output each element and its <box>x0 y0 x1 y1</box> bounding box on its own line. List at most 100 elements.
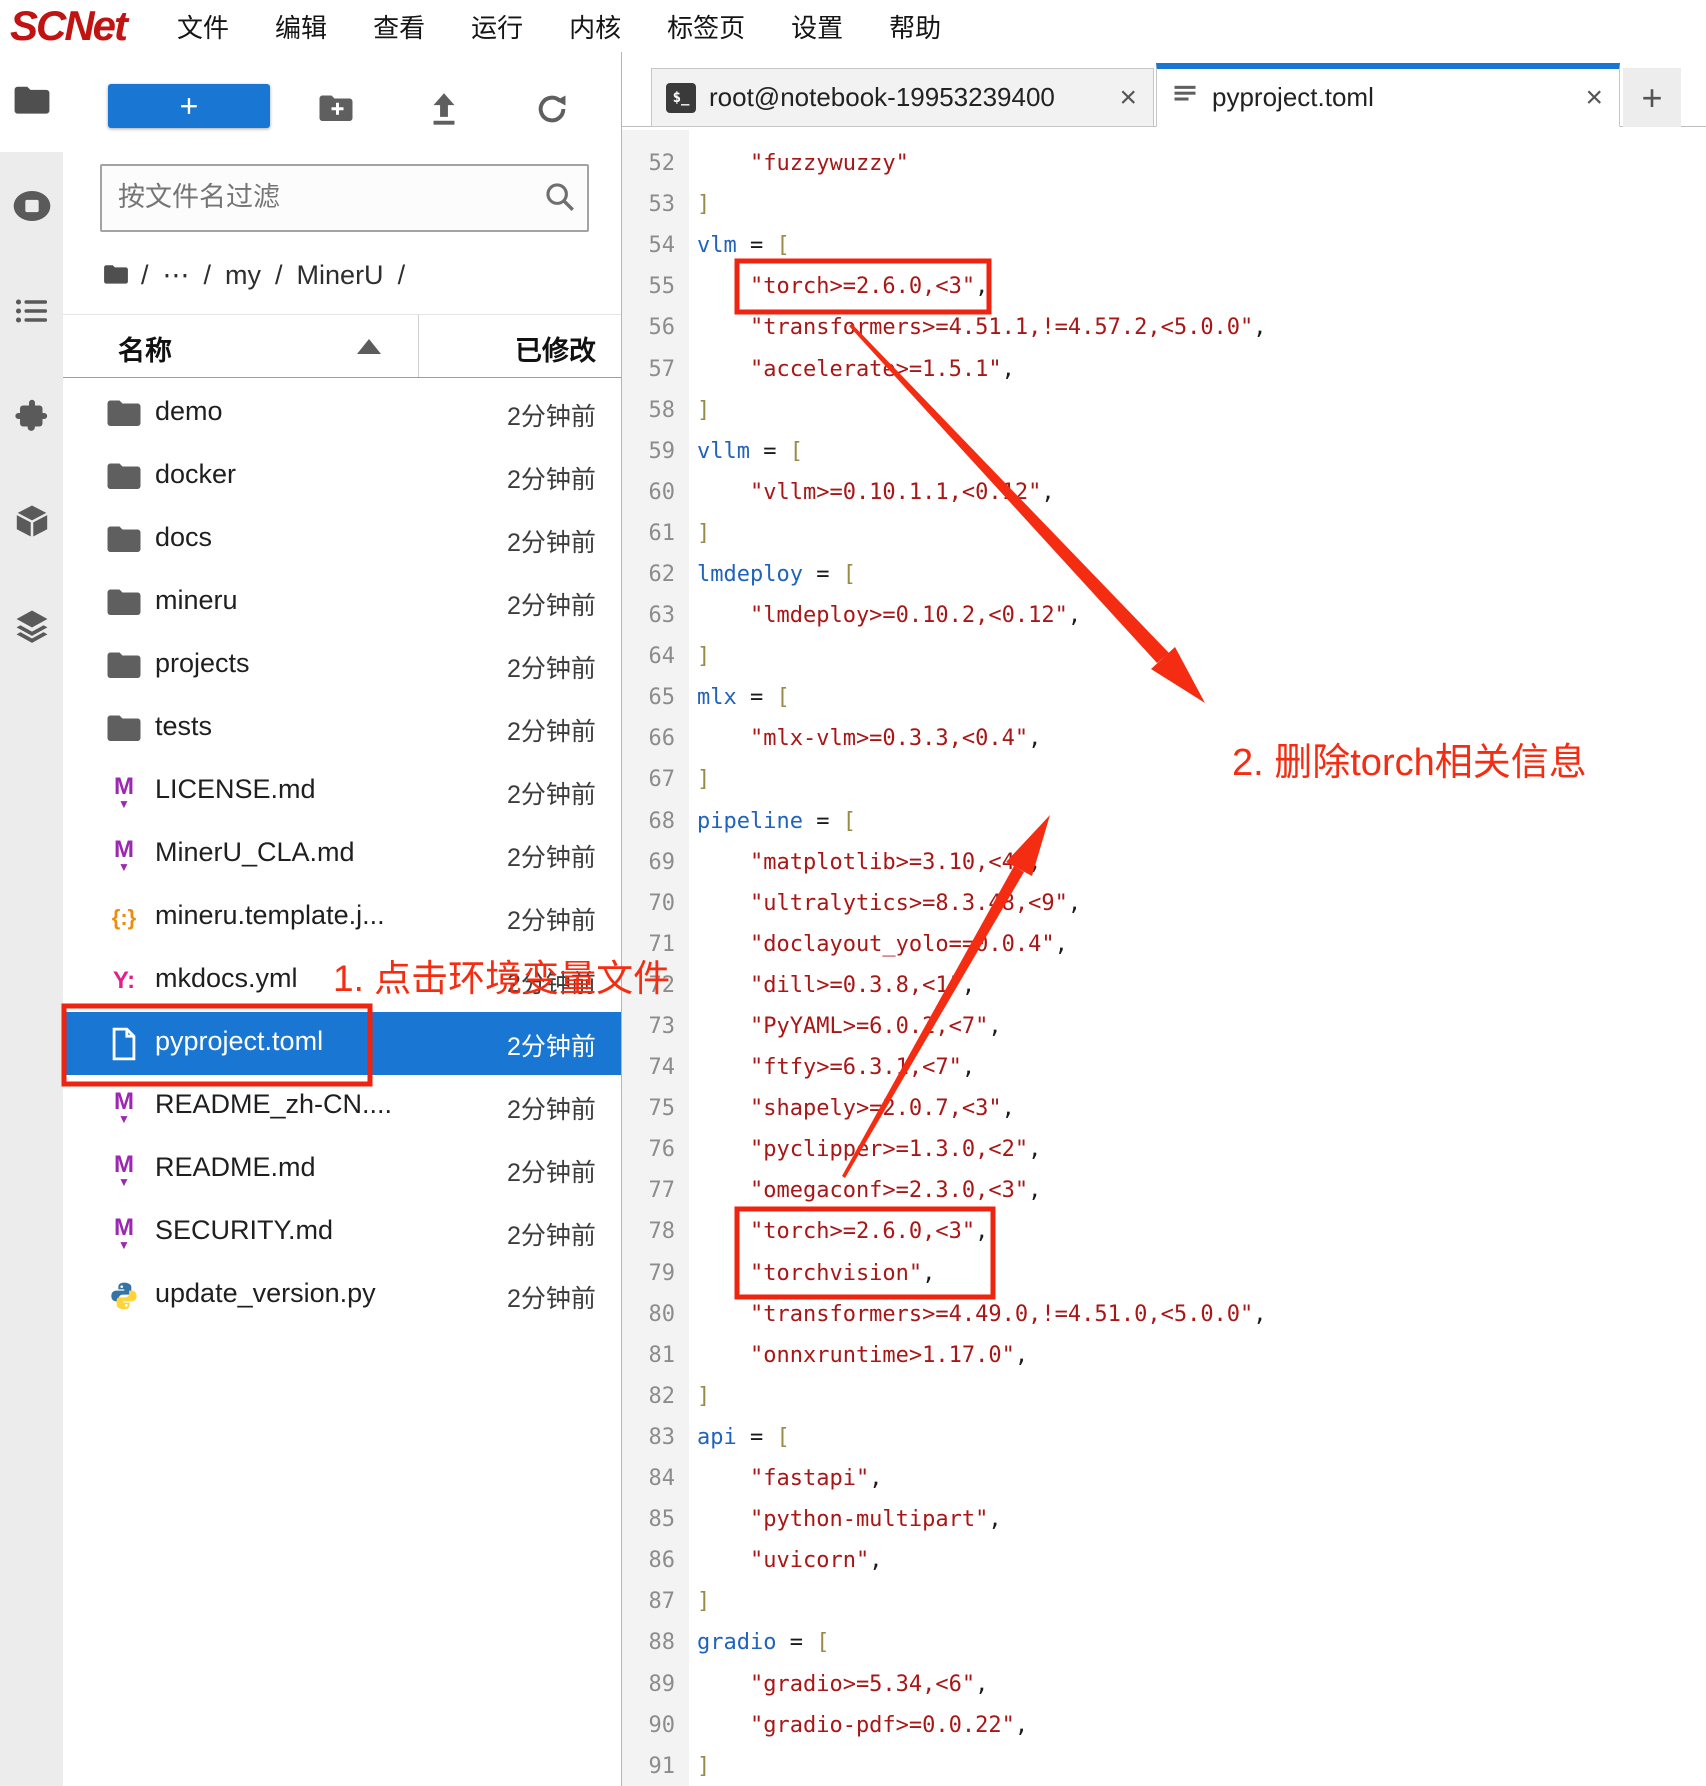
code-line-56[interactable]: 56 "transformers>=4.51.1,!=4.57.2,<5.0.0… <box>622 307 1706 348</box>
code-line-52[interactable]: 52 "fuzzywuzzy" <box>622 143 1706 184</box>
code-line-75[interactable]: 75 "shapely>=2.0.7,<3", <box>622 1088 1706 1129</box>
menu-item-4[interactable]: 内核 <box>546 8 644 45</box>
code-line-88[interactable]: 88gradio = [ <box>622 1622 1706 1663</box>
code-line-64[interactable]: 64] <box>622 636 1706 677</box>
code-line-87[interactable]: 87] <box>622 1581 1706 1622</box>
md-file-icon: M▼ <box>104 835 144 875</box>
code-editor[interactable]: 52 "fuzzywuzzy"53]54vlm = [55 "torch>=2.… <box>622 130 1706 1786</box>
menu-item-5[interactable]: 标签页 <box>644 8 768 45</box>
file-row-mineru[interactable]: mineru2分钟前 <box>63 571 621 634</box>
code-line-79[interactable]: 79 "torchvision", <box>622 1253 1706 1294</box>
menu-item-1[interactable]: 编辑 <box>252 8 350 45</box>
code-line-76[interactable]: 76 "pyclipper>=1.3.0,<2", <box>622 1129 1706 1170</box>
line-number: 87 <box>622 1589 689 1614</box>
code-line-74[interactable]: 74 "ftfy>=6.3.1,<7", <box>622 1047 1706 1088</box>
code-line-69[interactable]: 69 "matplotlib>=3.10,<4", <box>622 842 1706 883</box>
close-tab-icon[interactable]: × <box>1117 83 1139 113</box>
code-line-68[interactable]: 68pipeline = [ <box>622 801 1706 842</box>
menu-item-7[interactable]: 帮助 <box>866 8 964 45</box>
code-line-85[interactable]: 85 "python-multipart", <box>622 1499 1706 1540</box>
file-row-README_zh-CN....[interactable]: M▼README_zh-CN....2分钟前 <box>63 1075 621 1138</box>
code-line-81[interactable]: 81 "onnxruntime>1.17.0", <box>622 1335 1706 1376</box>
code-line-77[interactable]: 77 "omegaconf>=2.3.0,<3", <box>622 1170 1706 1211</box>
code-line-70[interactable]: 70 "ultralytics>=8.3.48,<9", <box>622 883 1706 924</box>
new-launcher-button[interactable]: + <box>108 84 270 128</box>
code-line-55[interactable]: 55 "torch>=2.6.0,<3", <box>622 266 1706 307</box>
refresh-button[interactable] <box>530 90 574 130</box>
file-row-mkdocs.yml[interactable]: Y:mkdocs.yml2分钟前 <box>63 949 621 1012</box>
activity-running-sessions-icon[interactable] <box>0 173 63 239</box>
tab-pyproject[interactable]: pyproject.toml × <box>1156 63 1620 127</box>
code-line-82[interactable]: 82] <box>622 1376 1706 1417</box>
file-row-docs[interactable]: docs2分钟前 <box>63 508 621 571</box>
menu-item-6[interactable]: 设置 <box>768 8 866 45</box>
home-folder-icon[interactable] <box>103 264 129 286</box>
breadcrumb-item-6[interactable]: / <box>398 260 406 291</box>
breadcrumb-item-1[interactable]: ⋯ <box>163 260 190 291</box>
activity-extension-manager-icon[interactable] <box>0 383 63 449</box>
menu-item-2[interactable]: 查看 <box>350 8 448 45</box>
code-line-59[interactable]: 59vllm = [ <box>622 431 1706 472</box>
column-header-modified[interactable]: 已修改 <box>515 329 596 368</box>
file-row-projects[interactable]: projects2分钟前 <box>63 634 621 697</box>
code-line-91[interactable]: 91] <box>622 1746 1706 1786</box>
new-folder-button[interactable] <box>314 90 358 130</box>
code-line-90[interactable]: 90 "gradio-pdf>=0.0.22", <box>622 1705 1706 1746</box>
code-line-61[interactable]: 61] <box>622 513 1706 554</box>
code-line-89[interactable]: 89 "gradio>=5.34,<6", <box>622 1663 1706 1704</box>
file-modified: 2分钟前 <box>507 649 596 685</box>
activity-package-cube-icon[interactable] <box>0 488 63 554</box>
breadcrumb-item-3[interactable]: my <box>225 260 261 291</box>
column-header-name[interactable]: 名称 <box>118 329 172 368</box>
code-line-62[interactable]: 62lmdeploy = [ <box>622 554 1706 595</box>
file-row-pyproject.toml[interactable]: pyproject.toml2分钟前 <box>63 1012 621 1075</box>
code-line-58[interactable]: 58] <box>622 390 1706 431</box>
code-text: ] <box>689 1589 710 1614</box>
file-row-update_version.py[interactable]: update_version.py2分钟前 <box>63 1264 621 1327</box>
code-line-72[interactable]: 72 "dill>=0.3.8,<1", <box>622 965 1706 1006</box>
code-line-71[interactable]: 71 "doclayout_yolo==0.0.4", <box>622 924 1706 965</box>
tab-terminal[interactable]: $_ root@notebook-19953239400 × <box>651 68 1154 127</box>
code-line-67[interactable]: 67] <box>622 759 1706 800</box>
folder-file-icon <box>104 520 144 560</box>
file-row-LICENSE.md[interactable]: M▼LICENSE.md2分钟前 <box>63 760 621 823</box>
breadcrumb-item-0[interactable]: / <box>141 260 149 291</box>
file-row-demo[interactable]: demo2分钟前 <box>63 382 621 445</box>
menu-item-3[interactable]: 运行 <box>448 8 546 45</box>
close-tab-icon[interactable]: × <box>1583 83 1605 113</box>
file-browser-panel: + / ⋯ / my / MinerU / 名称 已修改 demo2分钟前docker2分钟… <box>63 52 622 1786</box>
code-line-60[interactable]: 60 "vllm>=0.10.1.1,<0.12", <box>622 472 1706 513</box>
code-line-73[interactable]: 73 "PyYAML>=6.0.2,<7", <box>622 1006 1706 1047</box>
upload-button[interactable] <box>422 90 466 130</box>
new-tab-button[interactable]: + <box>1623 68 1681 127</box>
breadcrumb-item-5[interactable]: MinerU <box>297 260 384 291</box>
code-line-86[interactable]: 86 "uvicorn", <box>622 1540 1706 1581</box>
code-line-78[interactable]: 78 "torch>=2.6.0,<3", <box>622 1211 1706 1252</box>
code-line-66[interactable]: 66 "mlx-vlm>=0.3.3,<0.4", <box>622 718 1706 759</box>
code-line-54[interactable]: 54vlm = [ <box>622 225 1706 266</box>
activity-layers-icon[interactable] <box>0 593 63 659</box>
code-line-84[interactable]: 84 "fastapi", <box>622 1458 1706 1499</box>
menu-item-0[interactable]: 文件 <box>154 8 252 45</box>
code-line-57[interactable]: 57 "accelerate>=1.5.1", <box>622 348 1706 389</box>
code-line-83[interactable]: 83api = [ <box>622 1417 1706 1458</box>
new-folder-icon <box>318 94 354 127</box>
file-row-tests[interactable]: tests2分钟前 <box>63 697 621 760</box>
code-line-65[interactable]: 65mlx = [ <box>622 677 1706 718</box>
file-row-MinerU_CLA.md[interactable]: M▼MinerU_CLA.md2分钟前 <box>63 823 621 886</box>
breadcrumb-item-4[interactable]: / <box>275 260 283 291</box>
code-text: "gradio>=5.34,<6", <box>689 1672 988 1697</box>
activity-file-browser-icon[interactable] <box>0 68 63 134</box>
filter-box <box>100 164 589 232</box>
code-line-53[interactable]: 53] <box>622 184 1706 225</box>
file-modified: 2分钟前 <box>507 901 596 937</box>
activity-table-of-contents-icon[interactable] <box>0 278 63 344</box>
filter-input[interactable] <box>116 170 520 224</box>
file-row-README.md[interactable]: M▼README.md2分钟前 <box>63 1138 621 1201</box>
code-line-63[interactable]: 63 "lmdeploy>=0.10.2,<0.12", <box>622 595 1706 636</box>
file-row-SECURITY.md[interactable]: M▼SECURITY.md2分钟前 <box>63 1201 621 1264</box>
code-line-80[interactable]: 80 "transformers>=4.49.0,!=4.51.0,<5.0.0… <box>622 1294 1706 1335</box>
breadcrumb-item-2[interactable]: / <box>204 260 212 291</box>
file-row-mineru.template.j...[interactable]: {:}mineru.template.j...2分钟前 <box>63 886 621 949</box>
file-row-docker[interactable]: docker2分钟前 <box>63 445 621 508</box>
